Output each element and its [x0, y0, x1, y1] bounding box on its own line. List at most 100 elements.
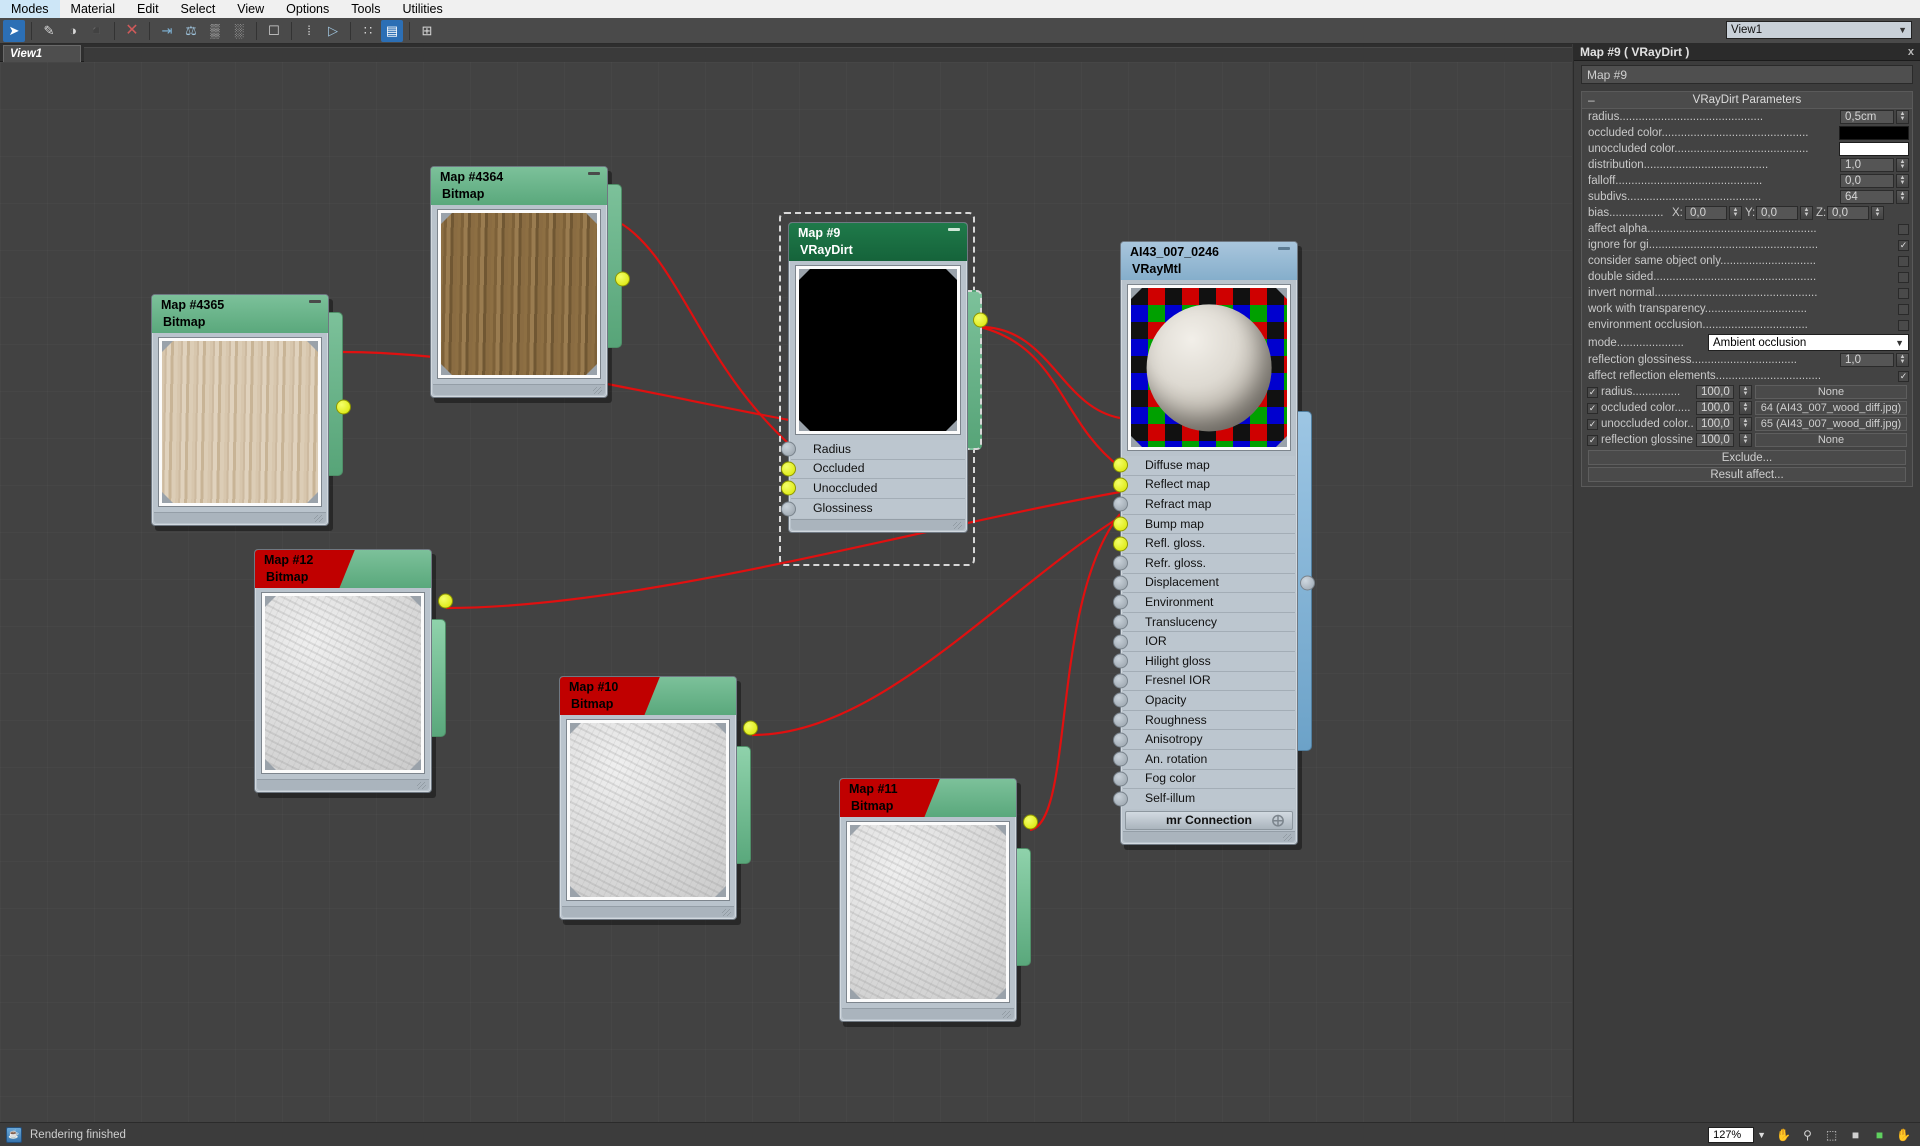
slot-socket[interactable] — [1113, 712, 1128, 728]
bias-x-field[interactable]: 0,0 — [1685, 206, 1727, 220]
radius-value-field[interactable]: 0,5cm — [1840, 110, 1894, 124]
resize-grip-icon[interactable] — [314, 515, 323, 522]
radius-map-checkbox[interactable]: ✓ — [1587, 386, 1598, 398]
material-name-field[interactable]: Map #9 — [1581, 65, 1913, 84]
node-resize-footer[interactable] — [154, 512, 326, 523]
slot-socket[interactable] — [1113, 594, 1128, 610]
slot-anisotropy[interactable]: Anisotropy — [1113, 730, 1295, 750]
menu-item-tools[interactable]: Tools — [340, 0, 391, 18]
resize-grip-icon[interactable] — [417, 782, 426, 789]
slot-socket[interactable] — [1113, 516, 1128, 532]
node-map-9-vraydirt[interactable]: Map #9 VRayDirt Radius Occluded Unocclud… — [781, 222, 982, 534]
slot-socket[interactable] — [1113, 791, 1128, 807]
param-invert-normal[interactable]: invert normal...........................… — [1582, 285, 1912, 301]
node-resize-footer[interactable] — [562, 906, 734, 917]
slot-socket[interactable] — [1113, 634, 1128, 650]
param-falloff[interactable]: falloff.................................… — [1582, 173, 1912, 189]
zoom-region-button[interactable]: ⬚ — [1821, 1125, 1842, 1144]
menu-item-material[interactable]: Material — [60, 0, 126, 18]
reflection-glossiness-spinner[interactable]: ▲ ▼ — [1896, 353, 1909, 367]
slot-socket[interactable] — [1113, 536, 1128, 552]
node-map-4364[interactable]: Map #4364 Bitmap — [430, 166, 622, 403]
slot-socket[interactable] — [1113, 692, 1128, 708]
occluded-color-map-checkbox[interactable]: ✓ — [1587, 402, 1598, 414]
exclude-button[interactable]: Exclude... — [1588, 450, 1906, 465]
occluded-color-swatch[interactable] — [1839, 126, 1909, 140]
layout-all-button[interactable]: ∷ — [357, 20, 379, 42]
node-map-11[interactable]: Map #11 Bitmap — [839, 778, 1031, 1027]
node-map-4365[interactable]: Map #4365 Bitmap — [151, 294, 343, 531]
slot-socket[interactable] — [1113, 477, 1128, 493]
slot-self-illum[interactable]: Self-illum — [1113, 789, 1295, 809]
plus-icon[interactable]: ⨁ — [1272, 813, 1284, 827]
slot-roughness[interactable]: Roughness — [1113, 710, 1295, 731]
bias-y-field[interactable]: 0,0 — [1756, 206, 1798, 220]
param-work-with-transparency[interactable]: work with transparency..................… — [1582, 301, 1912, 317]
param-bias[interactable]: bias................. X: 0,0 ▲ ▼ Y: 0,0 ▲… — [1582, 205, 1912, 221]
navigator-toggle-button[interactable]: ⊞ — [416, 20, 438, 42]
unoccluded-color-map-amount-field[interactable]: 100,0 — [1696, 417, 1734, 431]
show-in-viewport-button[interactable]: ◾ — [86, 20, 108, 42]
select-by-material-button[interactable]: ⁞ — [298, 20, 320, 42]
slot-refl-gloss[interactable]: Refl. gloss. — [1113, 534, 1295, 554]
zoom-value-field[interactable]: 127% — [1708, 1126, 1755, 1143]
node-thumbnail-frame[interactable] — [438, 210, 600, 378]
param-double-sided[interactable]: double sided............................… — [1582, 269, 1912, 285]
slot-ior[interactable]: IOR — [1113, 632, 1295, 652]
map-4364-output-socket[interactable] — [615, 271, 630, 287]
radius-spinner[interactable]: ▲ ▼ — [1896, 110, 1909, 124]
subdivs-spinner[interactable]: ▲ ▼ — [1896, 190, 1909, 204]
bias-z-field[interactable]: 0,0 — [1827, 206, 1869, 220]
pick-material-button[interactable]: ✎ — [38, 20, 60, 42]
occluded-color-map-amount-field[interactable]: 100,0 — [1696, 401, 1734, 415]
delete-selected-button[interactable]: ✕ — [121, 20, 143, 42]
reflection-glossiness-map-button[interactable]: None — [1755, 433, 1907, 447]
map-10-output-socket[interactable] — [743, 720, 758, 736]
affect-alpha-checkbox[interactable] — [1898, 223, 1909, 235]
node-vraymtl[interactable]: AI43_007_0246 VRayMtl Diffuse map Reflec… — [1113, 241, 1312, 850]
node-header[interactable]: Map #4365 Bitmap — [152, 295, 328, 333]
material-id-channel-button[interactable]: ☐ — [263, 20, 285, 42]
slot-diffuse-map[interactable]: Diffuse map — [1113, 456, 1295, 476]
radius-map-amount-field[interactable]: 100,0 — [1696, 385, 1734, 399]
minimize-icon[interactable] — [588, 172, 600, 175]
pan-view-button[interactable]: ✋ — [1773, 1125, 1794, 1144]
menu-item-options[interactable]: Options — [275, 0, 340, 18]
slot-displacement[interactable]: Displacement — [1113, 573, 1295, 594]
node-thumbnail-frame[interactable] — [262, 593, 424, 773]
node-resize-footer[interactable] — [433, 384, 605, 395]
node-map-10[interactable]: Map #10 Bitmap — [559, 676, 751, 925]
slot-fog-color[interactable]: Fog color — [1113, 769, 1295, 790]
material-library-button[interactable]: ⚖ — [180, 20, 202, 42]
map-row-radius[interactable]: ✓ radius............... 100,0 ▲ ▼ None — [1582, 384, 1912, 400]
map-12-output-socket[interactable] — [438, 593, 453, 609]
unoccluded-color-map-spinner[interactable]: ▲ ▼ — [1739, 417, 1752, 431]
slot-unoccluded[interactable]: Unoccluded — [781, 479, 965, 499]
consider-same-object-only-checkbox[interactable] — [1898, 255, 1909, 267]
slot-bump-map[interactable]: Bump map — [1113, 514, 1295, 535]
node-thumbnail-frame[interactable] — [1128, 285, 1290, 450]
map-4364-output-socket-tab[interactable] — [606, 184, 622, 348]
mr-connection-rollout[interactable]: mr Connection ⨁ — [1125, 810, 1293, 830]
occluded-color-map-spinner[interactable]: ▲ ▼ — [1739, 401, 1752, 415]
slot-refr-gloss[interactable]: Refr. gloss. — [1113, 553, 1295, 574]
node-thumbnail-frame[interactable] — [847, 822, 1009, 1002]
param-radius[interactable]: radius..................................… — [1582, 109, 1912, 125]
node-resize-footer[interactable] — [1123, 830, 1295, 842]
map-row-occluded-color[interactable]: ✓ occluded color..... 100,0 ▲ ▼ 64 (AI43_… — [1582, 400, 1912, 416]
node-header[interactable]: Map #11 Bitmap — [840, 779, 1016, 817]
slot-socket[interactable] — [1113, 555, 1128, 571]
slot-translucency[interactable]: Translucency — [1113, 612, 1295, 633]
vraymtl-output-socket[interactable] — [1300, 575, 1315, 591]
minimize-icon[interactable] — [948, 228, 960, 231]
slot-reflect-map[interactable]: Reflect map — [1113, 475, 1295, 496]
map-11-output-socket[interactable] — [1023, 814, 1038, 830]
slot-socket[interactable] — [781, 501, 796, 517]
node-thumbnail-frame[interactable] — [159, 338, 321, 506]
bias-x-spinner[interactable]: ▲ ▼ — [1729, 206, 1742, 220]
move-children-button[interactable]: ⇥ — [156, 20, 178, 42]
param-reflection-glossiness[interactable]: reflection glossiness...................… — [1582, 352, 1912, 368]
menu-item-select[interactable]: Select — [170, 0, 227, 18]
view-selector-dropdown[interactable]: View1 ▼ — [1726, 21, 1912, 39]
node-graph-canvas[interactable]: Map #4365 Bitmap Map #4364 Bitmap Map #1… — [0, 62, 1572, 1122]
